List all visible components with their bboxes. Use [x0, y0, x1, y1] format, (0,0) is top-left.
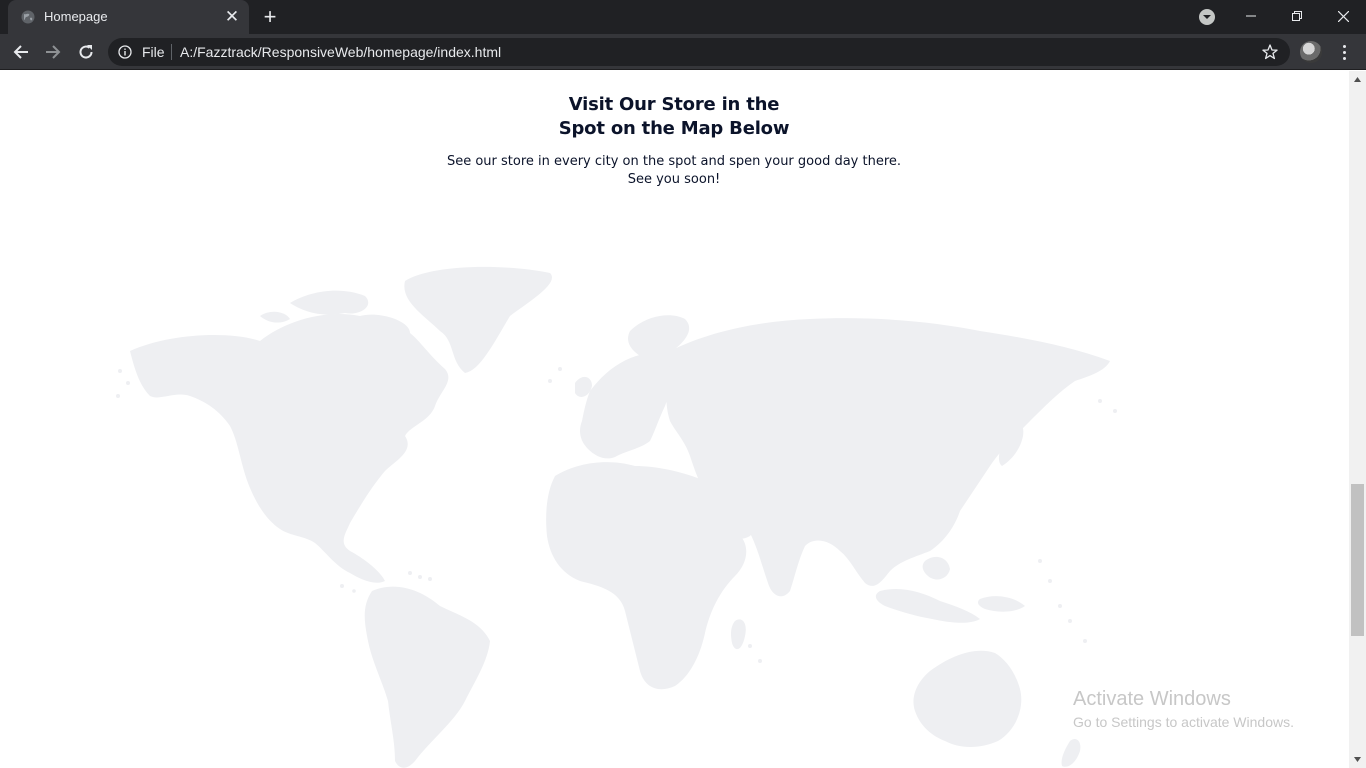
heading-line-1: Visit Our Store in the: [568, 94, 780, 115]
activate-windows-title: Activate Windows: [1073, 688, 1231, 710]
arrow-left-icon: [13, 45, 28, 59]
new-tab-button[interactable]: +: [258, 5, 282, 29]
map-madagascar: [731, 619, 746, 650]
activate-windows-subtitle: Go to Settings to activate Windows.: [1073, 714, 1294, 730]
world-map: [116, 266, 1117, 768]
minimize-button[interactable]: [1228, 0, 1274, 32]
star-icon[interactable]: [1262, 44, 1278, 60]
forward-button[interactable]: [41, 40, 65, 64]
map-australia: [913, 650, 1022, 747]
close-tab-icon[interactable]: ✕: [222, 7, 242, 27]
map-new-guinea: [977, 596, 1025, 612]
map-south-america: [364, 586, 490, 768]
arrow-right-icon: [46, 45, 61, 59]
profile-avatar[interactable]: [1300, 41, 1322, 63]
reload-icon: [79, 45, 93, 59]
tab-title: Homepage: [44, 9, 108, 24]
description-line-2: See you soon!: [627, 172, 721, 187]
vertical-scrollbar[interactable]: [1349, 71, 1366, 768]
globe-icon: [21, 10, 35, 24]
scrollbar-thumb[interactable]: [1351, 484, 1364, 636]
url-text[interactable]: A:/Fazztrack/ResponsiveWeb/homepage/inde…: [180, 44, 501, 60]
map-indonesia: [875, 589, 980, 623]
heading-line-2: Spot on the Map Below: [558, 118, 790, 139]
map-arctic-islands: [290, 290, 369, 315]
restore-button[interactable]: [1274, 0, 1320, 32]
info-icon[interactable]: [118, 45, 132, 59]
map-north-america: [130, 313, 449, 583]
scroll-down-arrow[interactable]: [1349, 751, 1366, 768]
map-new-zealand: [1061, 739, 1081, 767]
back-button[interactable]: [9, 40, 33, 64]
scroll-up-arrow[interactable]: [1349, 71, 1366, 88]
close-window-button[interactable]: [1320, 0, 1366, 32]
kebab-menu-icon[interactable]: [1334, 42, 1354, 62]
description-line-1: See our store in every city on the spot …: [446, 154, 902, 169]
address-separator: [171, 44, 172, 60]
scheme-label: File: [142, 44, 165, 60]
browser-toolbar: File A:/Fazztrack/ResponsiveWeb/homepage…: [0, 34, 1366, 70]
section-description: See our store in every city on the spot …: [374, 153, 974, 189]
tab-strip: Homepage ✕ +: [0, 0, 1366, 34]
section-heading: Visit Our Store in the Spot on the Map B…: [474, 93, 874, 141]
tab-search-icon[interactable]: [1197, 7, 1217, 27]
reload-button[interactable]: [74, 40, 98, 64]
tab-homepage[interactable]: Homepage ✕: [8, 0, 249, 34]
page-viewport: Visit Our Store in the Spot on the Map B…: [0, 71, 1349, 768]
address-bar[interactable]: File A:/Fazztrack/ResponsiveWeb/homepage…: [108, 38, 1290, 66]
